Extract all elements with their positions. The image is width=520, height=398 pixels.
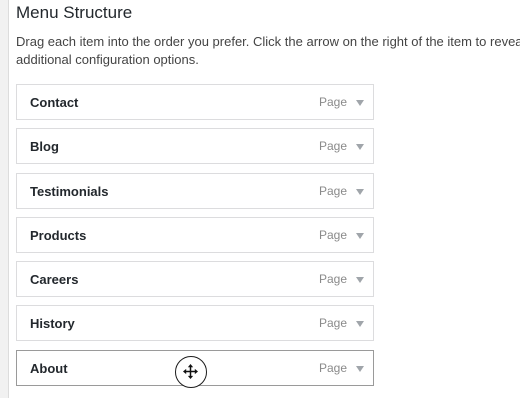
- menu-item-type: Page: [318, 272, 347, 287]
- menu-item-type: Page: [318, 139, 347, 154]
- expand-arrow-icon[interactable]: [356, 188, 364, 195]
- menu-item-title: Careers: [30, 272, 79, 288]
- menu-item-type: Page: [318, 183, 347, 198]
- menu-item-careers[interactable]: Careers Page: [16, 261, 374, 298]
- menu-item-title: History: [30, 316, 75, 332]
- menu-item-title: Contact: [30, 95, 79, 110]
- page-title: Menu Structure: [16, 3, 133, 22]
- menu-item-title: Testimonials: [30, 183, 109, 199]
- four-way-arrow-icon: [183, 364, 198, 379]
- expand-arrow-icon[interactable]: [356, 144, 364, 151]
- instructions-text: Drag each item into the order you prefer…: [16, 34, 520, 67]
- menu-item-contact[interactable]: Contact Page: [16, 84, 374, 120]
- menu-item-testimonials[interactable]: Testimonials Page: [16, 172, 374, 209]
- menu-item-type: Page: [318, 95, 347, 109]
- menu-item-type: Page: [318, 360, 347, 375]
- menu-item-title: About: [30, 360, 68, 376]
- menu-item-title: Blog: [30, 139, 59, 155]
- menu-item-history[interactable]: History Page: [16, 305, 374, 342]
- menu-item-products[interactable]: Products Page: [16, 216, 374, 253]
- expand-arrow-icon[interactable]: [356, 321, 364, 328]
- expand-arrow-icon[interactable]: [356, 365, 364, 372]
- expand-arrow-icon[interactable]: [356, 232, 364, 239]
- menu-item-list: Contact Page Blog Page Testimonials Page…: [16, 84, 374, 394]
- menu-item-type: Page: [318, 316, 347, 331]
- menu-item-blog[interactable]: Blog Page: [16, 128, 374, 165]
- expand-arrow-icon[interactable]: [356, 100, 364, 106]
- menu-item-type: Page: [318, 227, 347, 242]
- move-cursor-icon: [175, 356, 207, 388]
- menu-item-title: Products: [30, 227, 87, 243]
- expand-arrow-icon[interactable]: [356, 277, 364, 284]
